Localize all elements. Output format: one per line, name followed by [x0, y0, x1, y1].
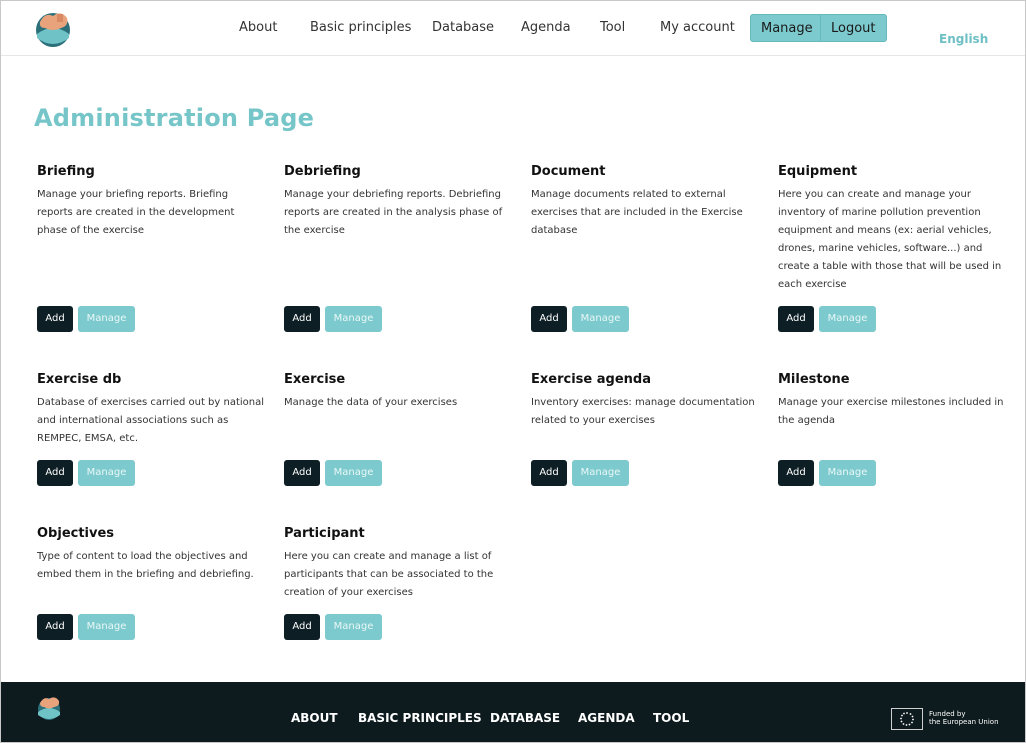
page-title: Administration Page	[34, 104, 315, 132]
eu-line-1: Funded by	[929, 710, 966, 718]
card-title: Exercise	[284, 372, 346, 387]
footer-logo[interactable]	[35, 694, 63, 722]
card-description: Manage the data of your exercises	[284, 397, 458, 408]
eu-funding-text: Funded by the European Union	[929, 710, 1005, 726]
card-title: Equipment	[778, 164, 858, 179]
nav-my-account[interactable]: My account	[660, 20, 735, 35]
participant-actions: Add Manage	[284, 614, 382, 640]
objectives-actions: Add Manage	[37, 614, 135, 640]
card-title: Document	[531, 164, 606, 179]
card-description: Inventory exercises: manage documentatio…	[531, 397, 755, 426]
card-description: Manage your exercise milestones included…	[778, 397, 1004, 426]
document-add-button[interactable]: Add	[531, 306, 567, 332]
card-title: Objectives	[37, 526, 115, 541]
exercise-db-actions: Add Manage	[37, 460, 135, 486]
language-selector[interactable]: English	[939, 32, 988, 46]
card-document: Document Manage documents related to ext…	[531, 164, 761, 240]
card-briefing: Briefing Manage your briefing reports. B…	[37, 164, 267, 240]
milestone-actions: Add Manage	[778, 460, 876, 486]
exercise-db-manage-button[interactable]: Manage	[78, 460, 135, 486]
card-description: Type of content to load the objectives a…	[37, 551, 254, 580]
card-exercise-agenda: Exercise agenda Inventory exercises: man…	[531, 372, 761, 430]
nav-basic-principles[interactable]: Basic principles	[310, 20, 411, 35]
exercise-agenda-add-button[interactable]: Add	[531, 460, 567, 486]
milestone-manage-button[interactable]: Manage	[819, 460, 876, 486]
document-manage-button[interactable]: Manage	[572, 306, 629, 332]
card-description: Manage your debriefing reports. Debriefi…	[284, 189, 503, 236]
card-title: Milestone	[778, 372, 850, 387]
equipment-manage-button[interactable]: Manage	[819, 306, 876, 332]
footer-database[interactable]: DATABASE	[490, 711, 560, 725]
card-description: Here you can create and manage your inve…	[778, 189, 1002, 290]
debriefing-actions: Add Manage	[284, 306, 382, 332]
site-footer: ABOUT BASIC PRINCIPLES DATABASE AGENDA T…	[1, 682, 1025, 742]
exercise-actions: Add Manage	[284, 460, 382, 486]
exercise-agenda-actions: Add Manage	[531, 460, 629, 486]
exercise-manage-button[interactable]: Manage	[325, 460, 382, 486]
browser-frame: About Basic principles Database Agenda T…	[0, 0, 1026, 743]
manage-header-button[interactable]: Manage	[750, 14, 824, 42]
equipment-add-button[interactable]: Add	[778, 306, 814, 332]
eu-funding-badge: Funded by the European Union	[891, 708, 1003, 732]
briefing-actions: Add Manage	[37, 306, 135, 332]
card-title: Briefing	[37, 164, 95, 179]
eu-line-2: the European Union	[929, 718, 999, 726]
participant-add-button[interactable]: Add	[284, 614, 320, 640]
card-description: Manage your briefing reports. Briefing r…	[37, 189, 235, 236]
footer-about[interactable]: ABOUT	[291, 711, 338, 725]
card-participant: Participant Here you can create and mana…	[284, 526, 514, 602]
card-exercise: Exercise Manage the data of your exercis…	[284, 372, 514, 412]
card-objectives: Objectives Type of content to load the o…	[37, 526, 267, 584]
footer-agenda[interactable]: AGENDA	[578, 711, 635, 725]
briefing-add-button[interactable]: Add	[37, 306, 73, 332]
objectives-manage-button[interactable]: Manage	[78, 614, 135, 640]
debriefing-manage-button[interactable]: Manage	[325, 306, 382, 332]
card-equipment: Equipment Here you can create and manage…	[778, 164, 1008, 294]
site-header: About Basic principles Database Agenda T…	[1, 1, 1025, 56]
milestone-add-button[interactable]: Add	[778, 460, 814, 486]
nav-about[interactable]: About	[239, 20, 277, 35]
card-debriefing: Debriefing Manage your debriefing report…	[284, 164, 514, 240]
participant-manage-button[interactable]: Manage	[325, 614, 382, 640]
card-milestone: Milestone Manage your exercise milestone…	[778, 372, 1008, 430]
nav-agenda[interactable]: Agenda	[521, 20, 571, 35]
logout-button[interactable]: Logout	[820, 14, 887, 42]
card-description: Database of exercises carried out by nat…	[37, 397, 265, 444]
nav-database[interactable]: Database	[432, 20, 494, 35]
debriefing-add-button[interactable]: Add	[284, 306, 320, 332]
briefing-manage-button[interactable]: Manage	[78, 306, 135, 332]
card-description: Here you can create and manage a list of…	[284, 551, 494, 598]
eu-flag-icon	[891, 708, 923, 730]
card-description: Manage documents related to external exe…	[531, 189, 743, 236]
card-title: Participant	[284, 526, 365, 541]
card-exercise-db: Exercise db Database of exercises carrie…	[37, 372, 267, 448]
exercise-add-button[interactable]: Add	[284, 460, 320, 486]
document-actions: Add Manage	[531, 306, 629, 332]
card-title: Exercise agenda	[531, 372, 651, 387]
card-title: Exercise db	[37, 372, 122, 387]
nav-tool[interactable]: Tool	[600, 20, 625, 35]
objectives-add-button[interactable]: Add	[37, 614, 73, 640]
footer-basic-principles[interactable]: BASIC PRINCIPLES	[358, 711, 482, 725]
site-logo[interactable]	[31, 8, 75, 48]
equipment-actions: Add Manage	[778, 306, 876, 332]
exercise-agenda-manage-button[interactable]: Manage	[572, 460, 629, 486]
exercise-db-add-button[interactable]: Add	[37, 460, 73, 486]
card-title: Debriefing	[284, 164, 361, 179]
footer-tool[interactable]: TOOL	[653, 711, 689, 725]
